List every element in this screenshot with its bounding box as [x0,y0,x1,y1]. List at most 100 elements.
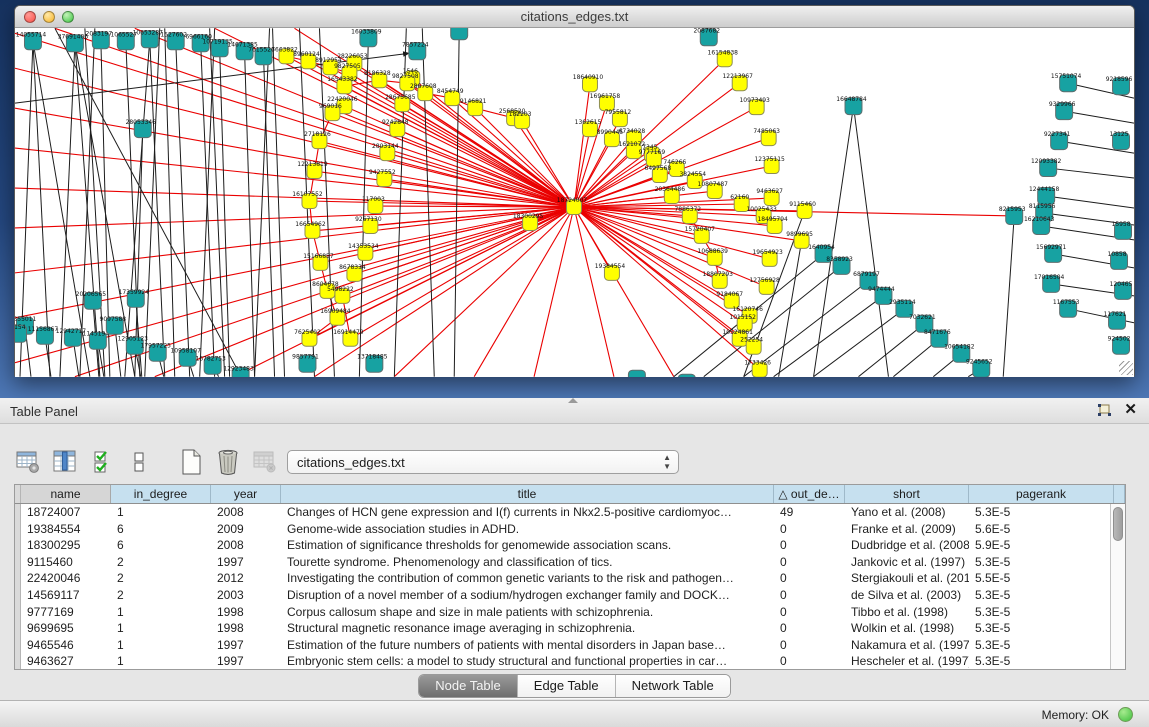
svg-text:62160: 62160 [730,194,749,201]
tab-node-table[interactable]: Node Table [419,675,518,697]
delete-rows-icon[interactable] [214,448,242,476]
svg-text:28053346: 28053346 [126,119,157,126]
svg-text:1527602: 1527602 [160,31,187,38]
table-cell: Hescheler et al. (1997) [845,653,969,670]
table-row[interactable]: 2242004622012Investigating the contribut… [15,570,1125,587]
table-cell: 19384554 [21,521,111,538]
table-panel-header[interactable]: Table Panel ✕ [0,398,1149,424]
table-selector-dropdown[interactable]: citations_edges.txt ▲▼ [287,450,679,474]
table-row[interactable]: 1872400712008Changes of HCN gene express… [15,504,1125,521]
svg-text:16914479: 16914479 [333,329,364,336]
svg-text:16120746: 16120746 [732,306,763,313]
show-column-icon[interactable] [51,448,79,476]
svg-text:7032621: 7032621 [909,314,936,321]
table-row[interactable]: 977716911998Corpus callosum shape and si… [15,604,1125,621]
table-cell: 5.3E-5 [969,620,1114,637]
table-panel-title: Table Panel [10,404,78,419]
table-row[interactable]: 911546021997Tourette syndrome. Phenomeno… [15,554,1125,571]
svg-text:7485063: 7485063 [753,128,780,135]
svg-text:39154: 39154 [15,324,26,331]
table-row[interactable]: 1938455462009Genome-wide association stu… [15,521,1125,538]
network-canvas[interactable]: 1405571437691406208319710655271065328715… [15,28,1134,377]
split-pane-grabber[interactable] [568,398,578,403]
svg-text:17957225: 17957225 [141,343,172,350]
table-cell: Estimation of significance thresholds fo… [281,537,774,554]
svg-text:11156867: 11156867 [28,326,59,333]
table-cell: 1998 [211,620,281,637]
table-cell: Embryonic stem cells: a model to study s… [281,653,774,670]
graph-node[interactable] [451,28,468,40]
tab-edge-table[interactable]: Edge Table [518,675,616,697]
svg-text:117003: 117003 [362,196,385,203]
graph-node[interactable] [628,370,645,377]
scrollbar-thumb[interactable] [1113,507,1123,541]
table-cell: Wolkin et al. (1998) [845,620,969,637]
table-cell: Dudbridge et al. (2008) [845,537,969,554]
table-cell: 0 [774,637,845,654]
svg-text:28675685: 28675685 [385,94,416,101]
svg-text:7857224: 7857224 [402,41,429,48]
graph-node[interactable] [678,374,695,377]
table-row[interactable]: 946554611997Estimation of the future num… [15,637,1125,654]
table-cell: 1997 [211,653,281,670]
table-row[interactable]: 946362711997Embryonic stem cells: a mode… [15,653,1125,670]
delete-table-icon[interactable] [251,448,279,476]
svg-text:9427552: 9427552 [369,169,396,176]
table-vertical-scrollbar[interactable] [1110,504,1125,669]
svg-text:37691406: 37691406 [58,33,89,40]
svg-text:18724007: 18724007 [557,197,588,204]
svg-text:8678334: 8678334 [339,264,366,271]
svg-text:252254: 252254 [740,337,763,344]
svg-text:17359924: 17359924 [119,289,150,296]
window-resize-grip[interactable] [1119,361,1133,375]
svg-text:13125: 13125 [1110,131,1129,138]
column-header-name[interactable]: name [21,485,111,503]
svg-text:17016504: 17016504 [1034,274,1065,281]
svg-text:10858: 10858 [1108,251,1127,258]
svg-text:10653287: 10653287 [133,29,164,36]
column-header-year[interactable]: year [211,485,281,503]
table-row[interactable]: 1456911722003Disruption of a novel membe… [15,587,1125,604]
svg-text:15692971: 15692971 [1036,244,1067,251]
svg-text:1145194: 1145194 [83,331,110,338]
column-header-short[interactable]: short [845,485,969,503]
svg-text:182203: 182203 [509,111,532,118]
svg-text:2935114: 2935114 [889,299,916,306]
column-header-title[interactable]: title [281,485,774,503]
table-cell: 2008 [211,504,281,521]
close-panel-icon[interactable]: ✕ [1124,402,1137,418]
select-columns-icon[interactable] [88,448,116,476]
float-panel-icon[interactable] [1096,403,1112,418]
table-settings-icon[interactable] [14,448,42,476]
new-table-icon[interactable] [177,448,205,476]
column-header-indegree[interactable]: in_degree [111,485,211,503]
network-view-window[interactable]: citations_edges.txt 14055714376914062083… [14,5,1135,377]
window-titlebar[interactable]: citations_edges.txt [15,6,1134,28]
svg-text:15166857: 15166857 [303,253,334,260]
svg-text:15751074: 15751074 [1051,73,1082,80]
table-selector-value: citations_edges.txt [297,455,405,470]
memory-ok-indicator[interactable] [1118,707,1133,722]
svg-text:22420046: 22420046 [327,96,358,103]
svg-text:16107552: 16107552 [292,191,323,198]
column-header-outde[interactable]: △ out_de… [774,485,845,503]
svg-text:9245652: 9245652 [966,359,993,366]
svg-text:13718485: 13718485 [357,354,388,361]
svg-text:12213819: 12213819 [297,161,328,168]
table-cell: 0 [774,653,845,670]
row-height-icon[interactable] [125,448,153,476]
column-header-pagerank[interactable]: pagerank [969,485,1114,503]
table-cell: 5.5E-5 [969,570,1114,587]
table-row[interactable]: 969969511998Structural magnetic resonanc… [15,620,1125,637]
table-cell: Tourette syndrome. Phenomenology and cla… [281,554,774,571]
table-cell: 9699695 [21,620,111,637]
table-cell: 0 [774,537,845,554]
svg-text:16033809: 16033809 [351,28,382,35]
table-row[interactable]: 1830029562008Estimation of significance … [15,537,1125,554]
tab-network-table[interactable]: Network Table [616,675,730,697]
svg-text:6879197: 6879197 [853,271,880,278]
table-panel: Table Panel ✕ [0,398,1149,727]
svg-text:16154838: 16154838 [708,49,739,56]
table-cell: Estimation of the future numbers of pati… [281,637,774,654]
table-cell: 5.3E-5 [969,504,1114,521]
